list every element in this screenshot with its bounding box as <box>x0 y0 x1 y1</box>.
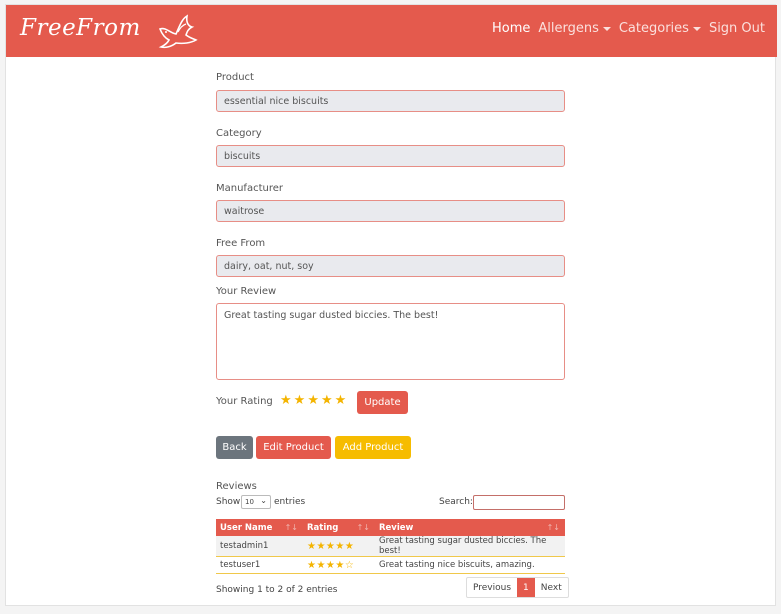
rating-stars[interactable]: ★ ★ ★ ★ ★ <box>280 393 346 408</box>
entries-label: entries <box>274 497 306 507</box>
search-input[interactable] <box>473 495 565 510</box>
reviews-table: User Name ↑↓ Rating ↑↓ Review ↑↓ testadmin1… <box>216 519 565 574</box>
next-button[interactable]: Next <box>535 578 568 597</box>
nav-allergens-dropdown[interactable]: Allergens <box>538 21 611 36</box>
show-label: Show <box>216 497 241 507</box>
nav-signout[interactable]: Sign Out <box>709 21 765 36</box>
column-header-rating[interactable]: Rating ↑↓ <box>303 519 375 536</box>
pagination: Previous 1 Next <box>466 577 569 598</box>
freefrom-label: Free From <box>216 238 266 249</box>
sort-icon: ↑↓ <box>546 523 560 532</box>
column-header-review[interactable]: Review ↑↓ <box>375 519 565 536</box>
entries-select-value: 10 <box>245 498 254 506</box>
caret-down-icon <box>692 26 701 31</box>
cell-username: testuser1 <box>216 556 303 574</box>
column-header-username[interactable]: User Name ↑↓ <box>216 519 303 536</box>
cell-rating: ★★★★☆ <box>303 556 375 574</box>
nav-categories-dropdown[interactable]: Categories <box>619 21 701 36</box>
nav-home[interactable]: Home <box>492 21 530 36</box>
nav-categories-label: Categories <box>618 21 689 36</box>
rating-label: Your Rating <box>216 396 273 407</box>
cell-username: testadmin1 <box>216 536 303 557</box>
chevron-down-icon: ⌄ <box>260 496 267 505</box>
table-row: testuser1 ★★★★☆ Great tasting nice biscu… <box>216 556 565 574</box>
sort-icon: ↑↓ <box>356 523 370 532</box>
caret-down-icon <box>602 26 611 31</box>
category-label: Category <box>216 128 262 139</box>
review-textarea[interactable]: Great tasting sugar dusted biccies. The … <box>216 303 565 380</box>
add-product-button[interactable]: Add Product <box>335 436 411 459</box>
star-icon[interactable]: ★ <box>307 393 319 408</box>
star-icon[interactable]: ★ <box>294 393 306 408</box>
previous-button[interactable]: Previous <box>467 578 517 597</box>
table-info: Showing 1 to 2 of 2 entries <box>216 585 338 595</box>
dove-icon <box>158 14 198 49</box>
freefrom-field[interactable]: dairy, oat, nut, soy <box>216 255 565 277</box>
sort-icon: ↑↓ <box>284 523 298 532</box>
star-icon[interactable]: ★ <box>335 393 347 408</box>
table-row: testadmin1 ★★★★★ Great tasting sugar dus… <box>216 536 565 557</box>
page-1-button[interactable]: 1 <box>517 578 535 597</box>
manufacturer-label: Manufacturer <box>216 183 283 194</box>
cell-rating: ★★★★★ <box>303 536 375 557</box>
navbar: FreeFrom Home Allergens Categories Sign … <box>6 5 777 57</box>
manufacturer-field[interactable]: waitrose <box>216 200 565 222</box>
reviews-title: Reviews <box>216 481 257 492</box>
review-label: Your Review <box>216 286 277 297</box>
nav-allergens-label: Allergens <box>538 21 599 36</box>
back-button[interactable]: Back <box>216 436 253 459</box>
star-icon[interactable]: ★ <box>280 393 292 408</box>
cell-review: Great tasting sugar dusted biccies. The … <box>375 536 565 557</box>
cell-review: Great tasting nice biscuits, amazing. <box>375 556 565 574</box>
product-label: Product <box>216 72 254 83</box>
update-button[interactable]: Update <box>357 391 408 414</box>
app-frame: FreeFrom Home Allergens Categories Sign … <box>5 4 777 606</box>
star-icon[interactable]: ★ <box>321 393 333 408</box>
edit-product-button[interactable]: Edit Product <box>256 436 331 459</box>
product-field[interactable]: essential nice biscuits <box>216 90 565 112</box>
entries-select[interactable]: 10 ⌄ <box>241 495 271 509</box>
search-label: Search: <box>439 497 473 507</box>
brand-logo-text[interactable]: FreeFrom <box>20 15 141 41</box>
nav-menu: Home Allergens Categories Sign Out <box>492 21 765 36</box>
category-field[interactable]: biscuits <box>216 145 565 167</box>
